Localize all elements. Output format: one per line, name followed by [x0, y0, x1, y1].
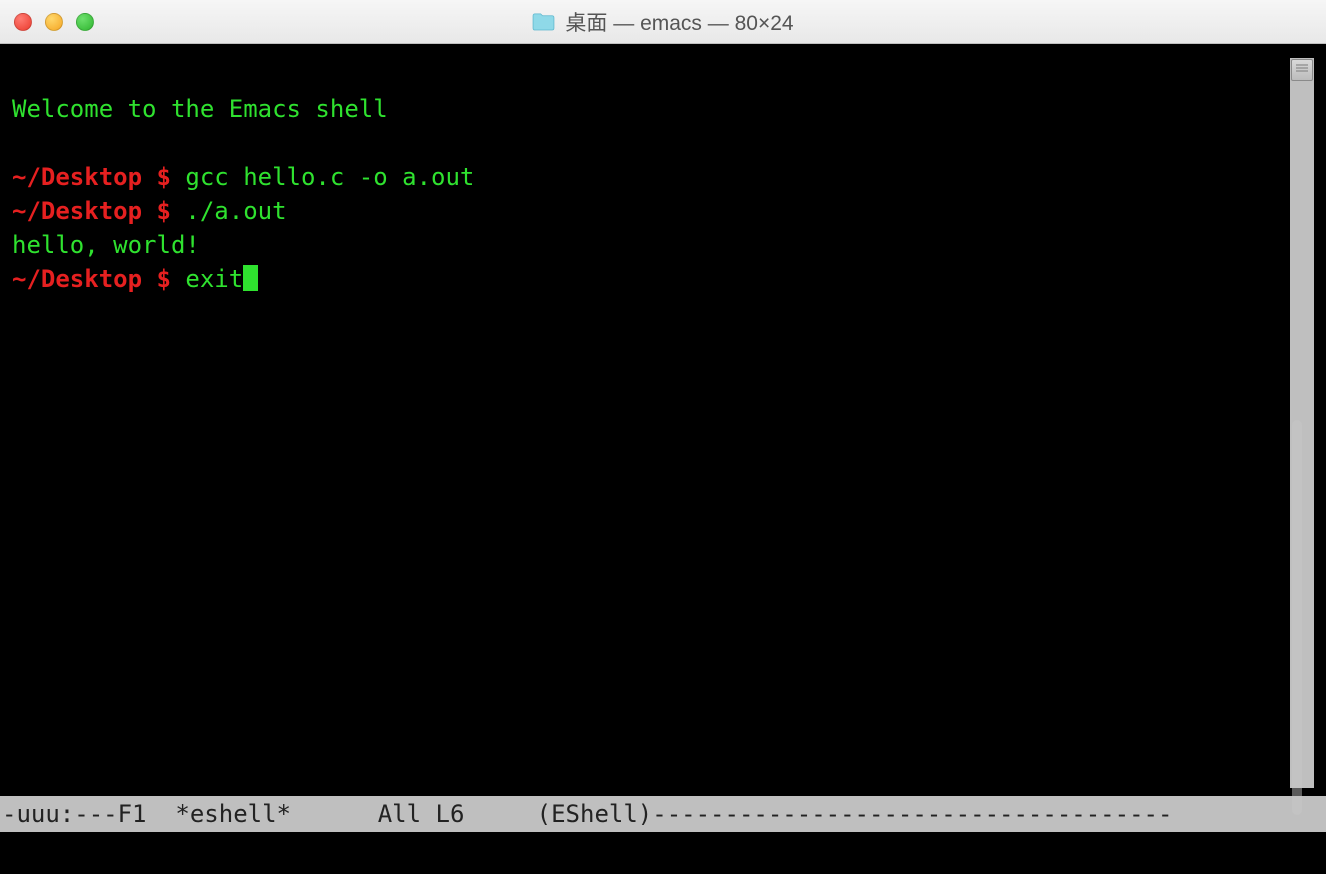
- window-controls: [14, 13, 94, 31]
- modeline-buffer: *eshell*: [175, 800, 291, 828]
- window-title: 桌面 — emacs — 80×24: [12, 7, 1314, 37]
- terminal-content[interactable]: Welcome to the Emacs shell ~/Desktop $ g…: [12, 58, 1290, 788]
- window-titlebar: 桌面 — emacs — 80×24: [0, 0, 1326, 44]
- text-cursor: [243, 265, 258, 291]
- modeline-position: All L6: [378, 800, 465, 828]
- command-text: gcc hello.c -o a.out: [185, 163, 474, 191]
- folder-icon: [532, 12, 555, 31]
- welcome-text: Welcome to the Emacs shell: [12, 95, 388, 123]
- scrollbar-handle[interactable]: [1291, 59, 1313, 81]
- maximize-button[interactable]: [76, 13, 94, 31]
- command-text: ./a.out: [185, 197, 286, 225]
- mac-overlay-scrollbar[interactable]: [1292, 420, 1302, 815]
- command-output: hello, world!: [12, 231, 200, 259]
- shell-prompt: ~/Desktop $: [12, 197, 185, 225]
- minimize-button[interactable]: [45, 13, 63, 31]
- modeline-mode: (EShell): [537, 800, 653, 828]
- shell-prompt: ~/Desktop $: [12, 163, 185, 191]
- emacs-minibuffer[interactable]: [0, 832, 1326, 874]
- window-title-text: 桌面 — emacs — 80×24: [565, 7, 793, 37]
- shell-prompt: ~/Desktop $: [12, 265, 185, 293]
- modeline-dashes: ------------------------------------: [652, 800, 1172, 828]
- terminal-body[interactable]: Welcome to the Emacs shell ~/Desktop $ g…: [0, 44, 1326, 796]
- close-button[interactable]: [14, 13, 32, 31]
- terminal-window: 桌面 — emacs — 80×24 Welcome to the Emacs …: [0, 0, 1326, 874]
- command-text: exit: [185, 265, 243, 293]
- emacs-modeline: -uuu:---F1 *eshell* All L6 (EShell)-----…: [0, 796, 1326, 832]
- modeline-left: -uuu:---F1: [2, 800, 147, 828]
